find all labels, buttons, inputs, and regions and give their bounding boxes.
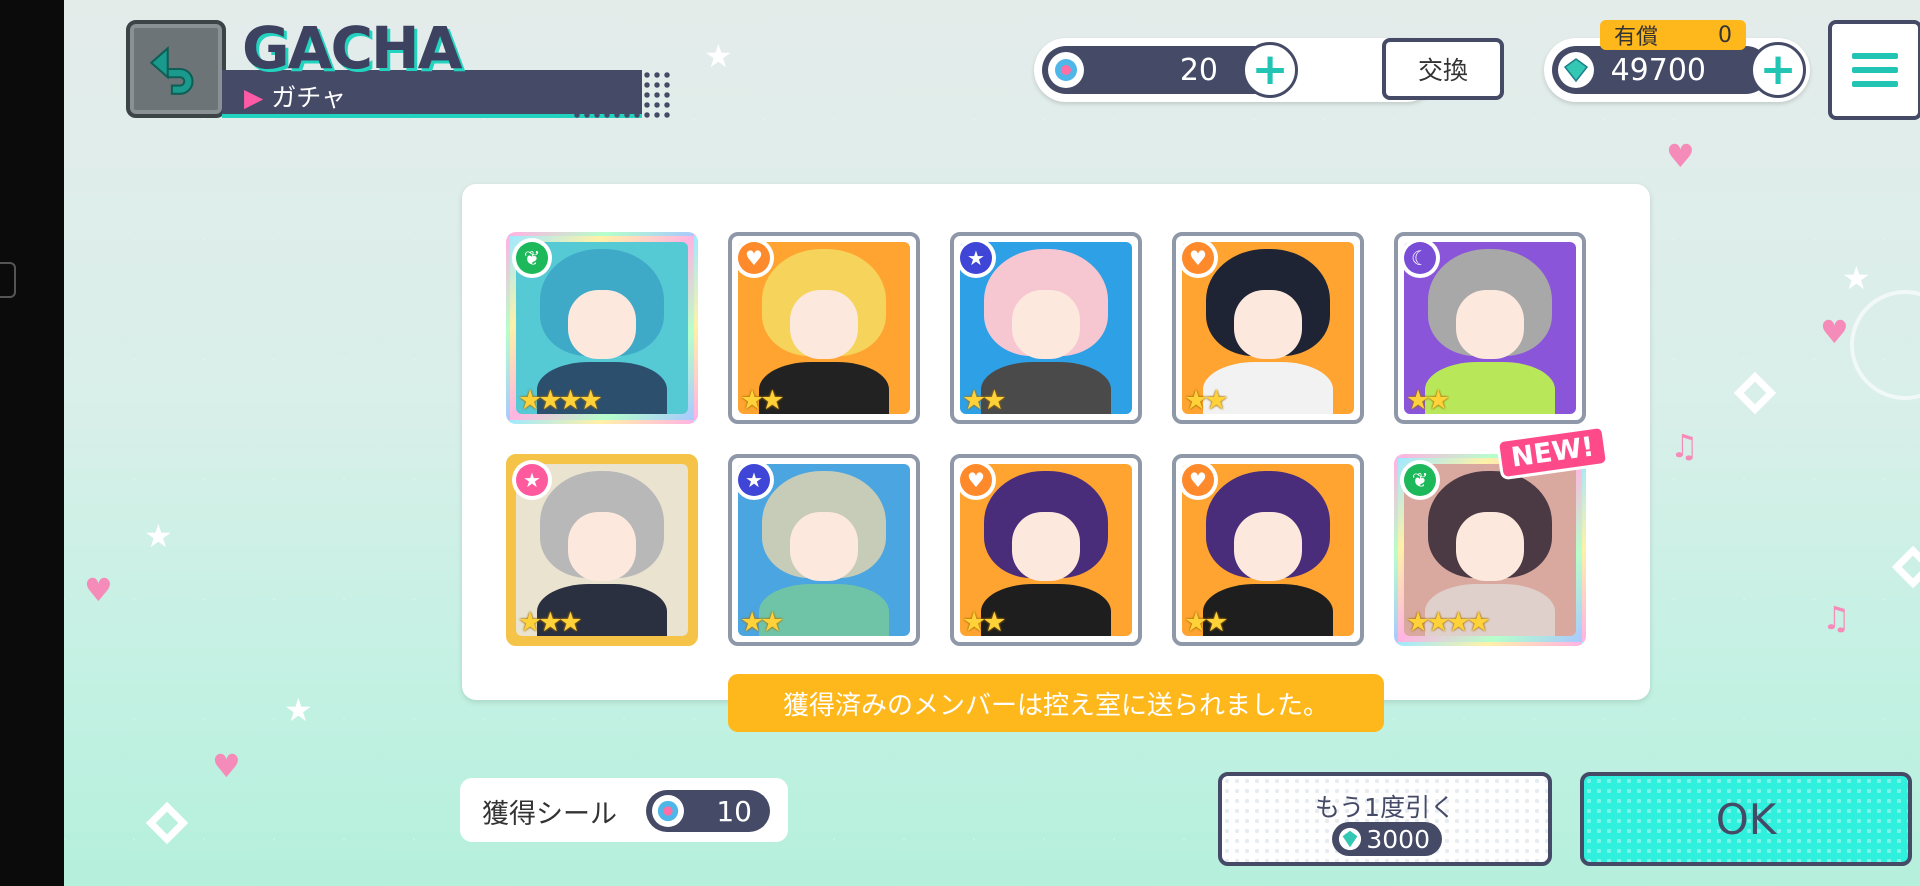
character-face <box>1455 512 1525 581</box>
seal-icon <box>652 795 684 827</box>
rarity-stars: ★★ <box>740 385 784 416</box>
rarity-stars: ★★ <box>1406 385 1450 416</box>
pull-again-cost: 3000 <box>1332 822 1442 856</box>
gem-icon <box>1558 52 1594 88</box>
character-face <box>789 290 859 359</box>
member-card[interactable]: ★ ★★ <box>728 454 920 646</box>
member-card[interactable]: ☾ ★★ <box>1394 232 1586 424</box>
star-icon: ★ <box>956 238 996 278</box>
back-arrow-icon <box>149 46 194 95</box>
add-seal-button[interactable]: + <box>1242 42 1298 98</box>
star-deco-icon: ★ <box>144 517 173 555</box>
play-triangle-icon: ▶ <box>244 83 264 112</box>
member-card[interactable]: ❦ ★★★★ <box>1394 454 1586 646</box>
star-icon: ★ <box>734 460 774 500</box>
paid-count: 0 <box>1718 22 1732 48</box>
page-title: GACHA <box>242 14 462 82</box>
heart-icon: ♥ <box>1178 460 1218 500</box>
music-note-deco-icon: ♫ <box>1670 427 1699 465</box>
character-face <box>567 512 637 581</box>
heart-deco-icon: ♥ <box>1666 137 1695 175</box>
seal-reward-label: 獲得シール <box>482 799 617 830</box>
heart-deco-icon: ♥ <box>84 571 113 609</box>
music-note-deco-icon: ♫ <box>1822 599 1851 637</box>
menu-bar <box>1852 67 1898 73</box>
heart-icon: ♥ <box>956 460 996 500</box>
page-subtitle-text: ガチャ <box>271 83 346 112</box>
heart-icon: ♥ <box>1178 238 1218 278</box>
seal-reward-box: 獲得シール 10 <box>460 778 788 842</box>
member-card[interactable]: ♥ ★★ <box>1172 454 1364 646</box>
seal-reward-pill: 10 <box>646 790 770 832</box>
member-card[interactable]: ★ ★★ <box>950 232 1142 424</box>
rarity-stars: ★★ <box>1184 607 1228 638</box>
rarity-stars: ★★★★ <box>518 385 603 416</box>
heart-deco-icon: ♥ <box>212 747 241 785</box>
character-face <box>567 290 637 359</box>
pull-again-cost-value: 3000 <box>1366 824 1430 854</box>
pull-again-label: もう1度引く <box>1314 793 1456 822</box>
character-face <box>1011 290 1081 359</box>
gacha-result-screen: ★ ★ ★ ★ ♥ ♥ ♥ ♥ ♫ ♫ GACHA ▶ガチャ 20 + 交換 <box>64 0 1920 886</box>
moon-icon: ☾ <box>1400 238 1440 278</box>
back-button[interactable] <box>126 20 226 118</box>
rarity-stars: ★★ <box>962 385 1006 416</box>
exchange-button[interactable]: 交換 <box>1382 38 1504 100</box>
rarity-stars: ★★ <box>1184 385 1228 416</box>
rarity-stars: ★★ <box>962 607 1006 638</box>
rarity-stars: ★★★ <box>518 607 583 638</box>
menu-bar <box>1852 53 1898 59</box>
paid-label: 有償 <box>1614 25 1659 50</box>
seal-count: 20 <box>1179 52 1218 88</box>
system-side-bar <box>0 0 64 886</box>
member-card[interactable]: ★ ★★★ <box>506 454 698 646</box>
menu-button[interactable] <box>1828 20 1920 120</box>
member-card[interactable]: ♥ ★★ <box>1172 232 1364 424</box>
rarity-stars: ★★★★ <box>1406 607 1491 638</box>
heart-deco-icon: ♥ <box>1820 313 1849 351</box>
heart-icon: ♥ <box>734 238 774 278</box>
add-gem-button[interactable]: + <box>1750 42 1806 98</box>
side-handle <box>0 262 16 298</box>
sprout-icon: ❦ <box>1400 460 1440 500</box>
star-deco-icon: ★ <box>1842 259 1871 297</box>
rarity-stars: ★★ <box>740 607 784 638</box>
ok-button[interactable]: OK <box>1580 772 1912 866</box>
star-deco-icon: ★ <box>284 691 313 729</box>
menu-bar <box>1852 81 1898 87</box>
pull-again-button[interactable]: もう1度引く 3000 <box>1218 772 1552 866</box>
gem-icon <box>1338 827 1362 851</box>
paid-gem-badge: 有償 0 <box>1600 20 1746 50</box>
star-deco-icon: ★ <box>704 37 733 75</box>
gem-count: 49700 <box>1610 52 1706 88</box>
character-face <box>1455 290 1525 359</box>
character-face <box>789 512 859 581</box>
character-face <box>1233 290 1303 359</box>
sprout-icon: ❦ <box>512 238 552 278</box>
character-face <box>1233 512 1303 581</box>
title-dots <box>572 70 672 118</box>
gacha-result-panel: ❦ ★★★★ ♥ ★★ ★ ★★ ♥ ★★ ☾ ★★ ★ ★★★ ★ ★★ ♥ ★★ ♥ ★★ ❦ ★★★★ <box>462 184 1650 700</box>
character-face <box>1011 512 1081 581</box>
member-card[interactable]: ♥ ★★ <box>950 454 1142 646</box>
gem-count-pill: 49700 <box>1552 46 1770 94</box>
page-subtitle: ▶ ガチャ <box>244 78 346 114</box>
notice-banner: 獲得済みのメンバーは控え室に送られました。 <box>728 674 1384 732</box>
member-card[interactable]: ♥ ★★ <box>728 232 920 424</box>
seal-reward-count: 10 <box>716 794 752 828</box>
star-icon: ★ <box>512 460 552 500</box>
seal-currency-bar: 20 + <box>1034 38 1438 102</box>
seal-icon <box>1048 52 1084 88</box>
member-card[interactable]: ❦ ★★★★ <box>506 232 698 424</box>
